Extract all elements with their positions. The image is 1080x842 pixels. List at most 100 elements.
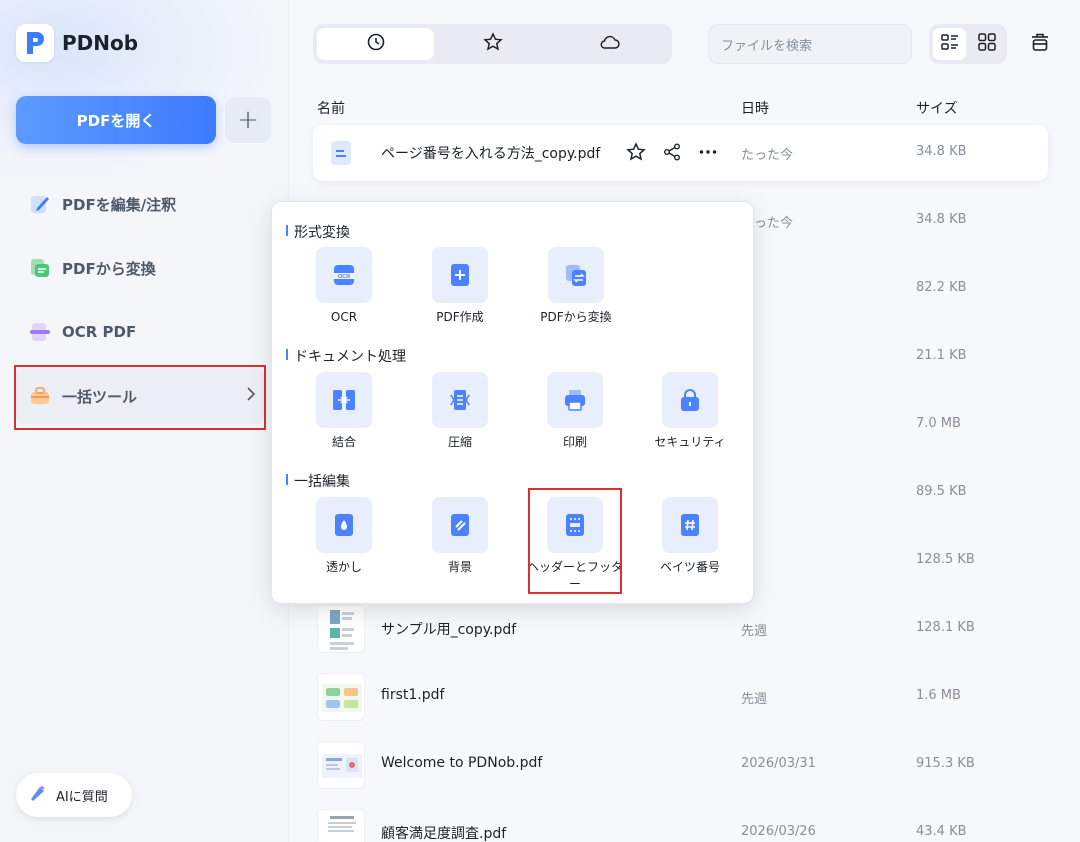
table-row[interactable]: Welcome to PDNob.pdf 2026/03/31 915.3 KB [313, 737, 1048, 793]
file-thumbnail [317, 741, 365, 789]
section-title-document-processing: ドキュメント処理 [286, 346, 406, 366]
file-name: Welcome to PDNob.pdf [381, 755, 543, 771]
tab-recent[interactable] [317, 28, 434, 60]
file-date: 2026/03/31 [741, 756, 816, 771]
file-size: 21.1 KB [916, 348, 967, 363]
search-input[interactable]: ファイルを検索 [708, 24, 912, 64]
ocr-icon [28, 320, 52, 344]
ask-ai-label: AIに質問 [56, 789, 108, 805]
sidebar-item-label: OCR PDF [62, 323, 137, 341]
row-actions [625, 141, 719, 163]
app-name: PDNob [62, 31, 139, 55]
grid-view-button[interactable] [970, 28, 1003, 60]
tab-favorites[interactable] [434, 28, 551, 60]
clock-icon [366, 32, 386, 56]
plus-icon: + [237, 105, 259, 135]
file-size: 7.0 MB [916, 416, 961, 431]
watermark-icon [316, 497, 372, 553]
svg-text:OCR: OCR [338, 274, 350, 280]
tool-watermark[interactable]: 透かし [294, 497, 394, 576]
file-name: ページ番号を入れる方法_copy.pdf [381, 146, 601, 162]
list-view-button[interactable] [933, 28, 966, 60]
file-thumbnail [317, 673, 365, 721]
tool-label: 圧縮 [447, 435, 472, 449]
section-title-format-conversion: 形式変換 [286, 222, 350, 242]
share-icon[interactable] [661, 141, 683, 163]
print-icon [547, 372, 603, 428]
chevron-right-icon [246, 386, 256, 407]
more-options-icon[interactable] [697, 141, 719, 163]
tool-compress[interactable]: 圧縮 [410, 372, 510, 451]
tool-label: 背景 [447, 560, 472, 574]
trash-icon [1029, 31, 1051, 57]
hash-icon [662, 497, 718, 553]
section-title-batch-edit: 一括編集 [286, 471, 350, 491]
file-date: たった今 [741, 148, 794, 163]
tool-label: OCR [330, 310, 358, 324]
open-pdf-button[interactable]: PDFを開く [16, 96, 216, 144]
file-thumbnail [317, 605, 365, 653]
tool-create-pdf[interactable]: PDF作成 [410, 247, 510, 326]
sidebar-item-convert[interactable]: PDFから変換 [16, 240, 264, 296]
list-view-icon [940, 32, 960, 56]
file-size: 89.5 KB [916, 484, 967, 499]
column-header-date[interactable]: 日時 [741, 98, 769, 118]
table-row[interactable]: サンプル用_copy.pdf 先週 128.1 KB [313, 601, 1048, 657]
view-toggle [929, 24, 1007, 64]
add-button[interactable]: + [225, 97, 271, 143]
create-pdf-icon [432, 247, 488, 303]
file-size: 128.5 KB [916, 552, 975, 567]
table-row[interactable]: ページ番号を入れる方法_copy.pdf たった今 34.8 KB [313, 125, 1048, 181]
sidebar-item-label: PDFを編集/注釈 [62, 195, 177, 214]
star-icon [482, 32, 503, 56]
file-name: 顧客満足度調査.pdf [381, 826, 507, 842]
file-size: 43.4 KB [916, 824, 967, 839]
file-size: 34.8 KB [916, 144, 967, 159]
tool-header-footer[interactable]: ヘッダーとフッター [525, 497, 625, 593]
file-size: 1.6 MB [916, 688, 961, 703]
header-footer-icon [547, 497, 603, 553]
tool-background[interactable]: 背景 [410, 497, 510, 576]
sidebar-item-ocr[interactable]: OCR PDF [16, 304, 264, 360]
tool-security[interactable]: セキュリティ [640, 372, 740, 451]
app-logo: PDNob [16, 24, 138, 62]
sidebar-item-batch-tools[interactable]: 一括ツール [16, 368, 264, 424]
merge-icon [316, 372, 372, 428]
batch-tools-menu: 形式変換 OCR OCR PDF作成 PDFから変換 ドキュメント処理 結合 圧… [271, 201, 754, 604]
favorite-star-icon[interactable] [625, 141, 647, 163]
tool-ocr[interactable]: OCR OCR [294, 247, 394, 326]
file-size: 128.1 KB [916, 620, 975, 635]
file-size: 82.2 KB [916, 280, 967, 295]
column-header-name[interactable]: 名前 [317, 98, 345, 118]
tool-label: ベイツ番号 [659, 560, 720, 574]
column-header-size[interactable]: サイズ [916, 98, 958, 118]
tool-label: セキュリティ [654, 435, 726, 449]
tab-cloud[interactable] [551, 28, 668, 60]
file-name: first1.pdf [381, 687, 445, 703]
trash-button[interactable] [1026, 30, 1054, 58]
table-row[interactable]: first1.pdf 先週 1.6 MB [313, 669, 1048, 725]
tool-bates-number[interactable]: ベイツ番号 [640, 497, 740, 576]
background-icon [432, 497, 488, 553]
sidebar-item-label: 一括ツール [62, 387, 138, 406]
tool-label: PDF作成 [436, 310, 484, 324]
table-row[interactable]: 顧客満足度調査.pdf 2026/03/26 43.4 KB [313, 805, 1048, 842]
tool-label: ヘッダーとフッター [526, 560, 623, 591]
tool-convert-from-pdf[interactable]: PDFから変換 [526, 247, 626, 326]
tool-label: 印刷 [562, 435, 587, 449]
sidebar-item-edit[interactable]: PDFを編集/注釈 [16, 176, 264, 232]
file-size: 915.3 KB [916, 756, 975, 771]
edit-icon [28, 192, 52, 216]
tool-merge[interactable]: 結合 [294, 372, 394, 451]
ask-ai-button[interactable]: AIに質問 [16, 773, 132, 817]
file-source-tabs [313, 24, 672, 64]
file-size: 34.8 KB [916, 212, 967, 227]
file-name: サンプル用_copy.pdf [381, 622, 517, 638]
file-date: 先週 [741, 692, 768, 707]
sidebar-item-label: PDFから変換 [62, 259, 156, 278]
convert-icon [28, 256, 52, 280]
ocr-icon: OCR [316, 247, 372, 303]
sidebar: PDNob PDFを開く + PDFを編集/注釈 PDFから変換 OCR PDF… [0, 0, 289, 842]
tool-print[interactable]: 印刷 [525, 372, 625, 451]
file-date: 先週 [741, 624, 768, 639]
